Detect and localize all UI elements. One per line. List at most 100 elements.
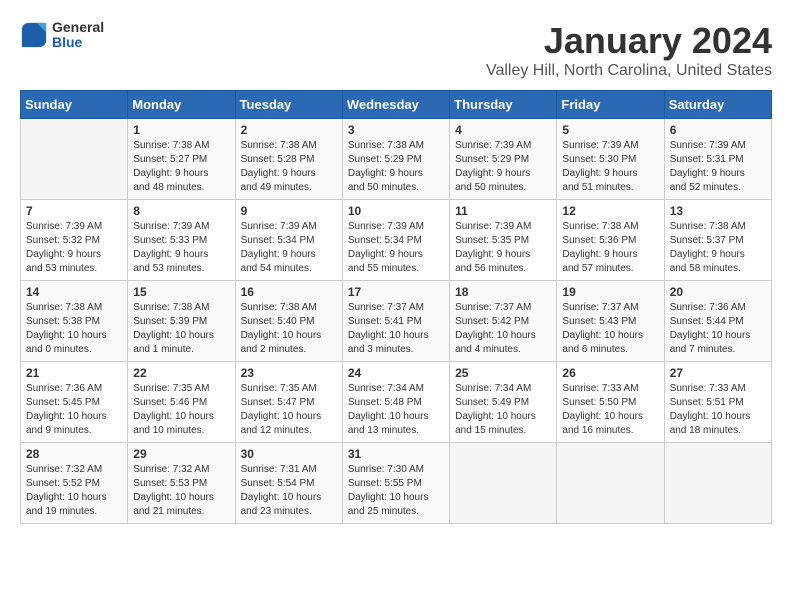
day-number: 26 — [562, 366, 658, 380]
calendar-cell: 22 Sunrise: 7:35 AMSunset: 5:46 PMDayligh… — [128, 362, 235, 443]
day-number: 31 — [348, 447, 444, 461]
calendar-cell: 2 Sunrise: 7:38 AMSunset: 5:28 PMDaylight… — [235, 119, 342, 200]
calendar-week-3: 14Sunrise: 7:38 AMSunset: 5:38 PMDayligh… — [21, 281, 772, 362]
calendar-cell: 5 Sunrise: 7:39 AMSunset: 5:30 PMDaylight… — [557, 119, 664, 200]
calendar-cell: 10 Sunrise: 7:39 AMSunset: 5:34 PMDayligh… — [342, 200, 449, 281]
day-info: Sunrise: 7:39 AMSunset: 5:34 PMDaylight:… — [348, 220, 444, 276]
day-number: 10 — [348, 204, 444, 218]
day-number: 14 — [26, 285, 122, 299]
calendar-cell — [21, 119, 128, 200]
day-number: 19 — [562, 285, 658, 299]
calendar-week-2: 7Sunrise: 7:39 AMSunset: 5:32 PMDaylight… — [21, 200, 772, 281]
day-info: Sunrise: 7:33 AMSunset: 5:50 PMDaylight:… — [562, 382, 658, 438]
logo-blue: Blue — [52, 35, 104, 50]
calendar-cell: 4 Sunrise: 7:39 AMSunset: 5:29 PMDaylight… — [450, 119, 557, 200]
day-info: Sunrise: 7:39 AMSunset: 5:34 PMDaylight:… — [241, 220, 337, 276]
day-info: Sunrise: 7:38 AMSunset: 5:29 PMDaylight:… — [348, 139, 444, 195]
day-number: 24 — [348, 366, 444, 380]
calendar-cell: 20 Sunrise: 7:36 AMSunset: 5:44 PMDayligh… — [664, 281, 771, 362]
weekday-header-friday: Friday — [557, 91, 664, 119]
day-info: Sunrise: 7:38 AMSunset: 5:28 PMDaylight:… — [241, 139, 337, 195]
day-info: Sunrise: 7:39 AMSunset: 5:33 PMDaylight:… — [133, 220, 229, 276]
day-number: 1 — [133, 123, 229, 137]
day-number: 11 — [455, 204, 551, 218]
calendar-cell: 3 Sunrise: 7:38 AMSunset: 5:29 PMDaylight… — [342, 119, 449, 200]
day-number: 5 — [562, 123, 658, 137]
day-number: 18 — [455, 285, 551, 299]
day-info: Sunrise: 7:38 AMSunset: 5:27 PMDaylight:… — [133, 139, 229, 195]
day-info: Sunrise: 7:35 AMSunset: 5:46 PMDaylight:… — [133, 382, 229, 438]
day-number: 3 — [348, 123, 444, 137]
calendar-cell: 15 Sunrise: 7:38 AMSunset: 5:39 PMDayligh… — [128, 281, 235, 362]
day-number: 2 — [241, 123, 337, 137]
calendar-week-5: 28Sunrise: 7:32 AMSunset: 5:52 PMDayligh… — [21, 443, 772, 524]
day-info: Sunrise: 7:37 AMSunset: 5:42 PMDaylight:… — [455, 301, 551, 357]
calendar-cell: 8 Sunrise: 7:39 AMSunset: 5:33 PMDaylight… — [128, 200, 235, 281]
day-info: Sunrise: 7:38 AMSunset: 5:36 PMDaylight:… — [562, 220, 658, 276]
day-number: 16 — [241, 285, 337, 299]
day-number: 13 — [670, 204, 766, 218]
calendar-cell: 16 Sunrise: 7:38 AMSunset: 5:40 PMDayligh… — [235, 281, 342, 362]
calendar-cell: 1 Sunrise: 7:38 AMSunset: 5:27 PMDaylight… — [128, 119, 235, 200]
page-title: January 2024 — [486, 20, 772, 62]
day-number: 21 — [26, 366, 122, 380]
day-info: Sunrise: 7:38 AMSunset: 5:37 PMDaylight:… — [670, 220, 766, 276]
day-number: 20 — [670, 285, 766, 299]
calendar-cell: 9 Sunrise: 7:39 AMSunset: 5:34 PMDaylight… — [235, 200, 342, 281]
calendar-cell: 19 Sunrise: 7:37 AMSunset: 5:43 PMDayligh… — [557, 281, 664, 362]
day-number: 27 — [670, 366, 766, 380]
calendar-body: 1 Sunrise: 7:38 AMSunset: 5:27 PMDaylight… — [21, 119, 772, 524]
weekday-row: SundayMondayTuesdayWednesdayThursdayFrid… — [21, 91, 772, 119]
day-info: Sunrise: 7:31 AMSunset: 5:54 PMDaylight:… — [241, 463, 337, 519]
weekday-header-sunday: Sunday — [21, 91, 128, 119]
day-number: 12 — [562, 204, 658, 218]
weekday-header-monday: Monday — [128, 91, 235, 119]
day-number: 9 — [241, 204, 337, 218]
page-header: General Blue January 2024 Valley Hill, N… — [20, 20, 772, 80]
logo-text: General Blue — [52, 20, 104, 51]
weekday-header-thursday: Thursday — [450, 91, 557, 119]
logo: General Blue — [20, 20, 104, 51]
day-number: 4 — [455, 123, 551, 137]
calendar-week-1: 1 Sunrise: 7:38 AMSunset: 5:27 PMDaylight… — [21, 119, 772, 200]
day-info: Sunrise: 7:37 AMSunset: 5:41 PMDaylight:… — [348, 301, 444, 357]
day-number: 25 — [455, 366, 551, 380]
day-info: Sunrise: 7:39 AMSunset: 5:32 PMDaylight:… — [26, 220, 122, 276]
day-info: Sunrise: 7:38 AMSunset: 5:39 PMDaylight:… — [133, 301, 229, 357]
calendar-cell: 6Sunrise: 7:39 AMSunset: 5:31 PMDaylight… — [664, 119, 771, 200]
day-info: Sunrise: 7:38 AMSunset: 5:40 PMDaylight:… — [241, 301, 337, 357]
logo-icon — [20, 21, 48, 49]
day-info: Sunrise: 7:32 AMSunset: 5:53 PMDaylight:… — [133, 463, 229, 519]
day-info: Sunrise: 7:34 AMSunset: 5:48 PMDaylight:… — [348, 382, 444, 438]
calendar-cell — [450, 443, 557, 524]
weekday-header-tuesday: Tuesday — [235, 91, 342, 119]
day-number: 28 — [26, 447, 122, 461]
day-info: Sunrise: 7:39 AMSunset: 5:30 PMDaylight:… — [562, 139, 658, 195]
logo-general: General — [52, 20, 104, 35]
day-info: Sunrise: 7:39 AMSunset: 5:29 PMDaylight:… — [455, 139, 551, 195]
day-info: Sunrise: 7:34 AMSunset: 5:49 PMDaylight:… — [455, 382, 551, 438]
day-info: Sunrise: 7:39 AMSunset: 5:31 PMDaylight:… — [670, 139, 766, 195]
day-info: Sunrise: 7:30 AMSunset: 5:55 PMDaylight:… — [348, 463, 444, 519]
calendar-cell: 24 Sunrise: 7:34 AMSunset: 5:48 PMDayligh… — [342, 362, 449, 443]
calendar-cell — [664, 443, 771, 524]
calendar-cell: 21Sunrise: 7:36 AMSunset: 5:45 PMDayligh… — [21, 362, 128, 443]
calendar-cell: 25 Sunrise: 7:34 AMSunset: 5:49 PMDayligh… — [450, 362, 557, 443]
weekday-header-saturday: Saturday — [664, 91, 771, 119]
weekday-header-wednesday: Wednesday — [342, 91, 449, 119]
day-info: Sunrise: 7:39 AMSunset: 5:35 PMDaylight:… — [455, 220, 551, 276]
day-number: 29 — [133, 447, 229, 461]
day-number: 22 — [133, 366, 229, 380]
day-number: 8 — [133, 204, 229, 218]
calendar-cell — [557, 443, 664, 524]
calendar-cell: 29 Sunrise: 7:32 AMSunset: 5:53 PMDayligh… — [128, 443, 235, 524]
title-section: January 2024 Valley Hill, North Carolina… — [486, 20, 772, 80]
calendar-cell: 14Sunrise: 7:38 AMSunset: 5:38 PMDayligh… — [21, 281, 128, 362]
day-number: 17 — [348, 285, 444, 299]
day-info: Sunrise: 7:37 AMSunset: 5:43 PMDaylight:… — [562, 301, 658, 357]
calendar-cell: 11 Sunrise: 7:39 AMSunset: 5:35 PMDayligh… — [450, 200, 557, 281]
calendar-cell: 13 Sunrise: 7:38 AMSunset: 5:37 PMDayligh… — [664, 200, 771, 281]
day-info: Sunrise: 7:36 AMSunset: 5:44 PMDaylight:… — [670, 301, 766, 357]
day-number: 15 — [133, 285, 229, 299]
day-number: 23 — [241, 366, 337, 380]
